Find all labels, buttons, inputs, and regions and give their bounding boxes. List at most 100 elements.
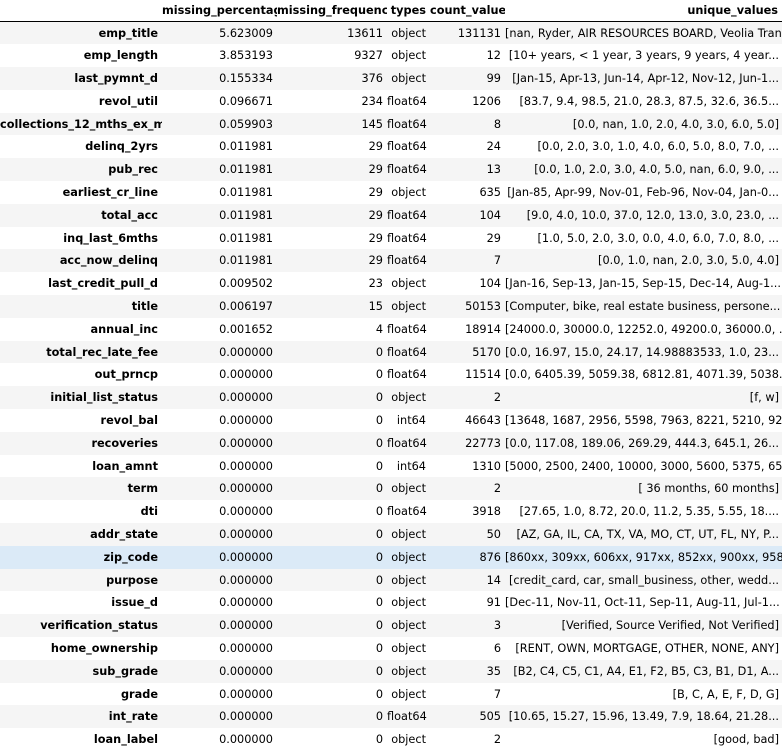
table-row: grade 0.000000 0 object 7 [B, C, A, E, F, D, … <box>0 682 782 706</box>
table-row: emp_length 3.853193 9327 object 12 [10+ years… <box>0 44 782 68</box>
count-value-cell: 876 <box>479 550 501 564</box>
unique-values-cell: [1.0, 5.0, 2.0, 3.0, 0.0, 4.0, 6.0, 7.0,… <box>537 231 779 245</box>
types-cell: object <box>391 619 426 633</box>
missing-frequency-cell: 15 <box>368 299 383 313</box>
count-value-cell: 22773 <box>465 436 501 450</box>
count-value-cell: 104 <box>479 208 501 222</box>
row-index-label: emp_length <box>83 49 158 63</box>
row-index-label: earliest_cr_line <box>62 185 158 199</box>
table-row: collections_12_mths_ex_med 0.059903 145 flo… <box>0 112 782 136</box>
table-row: issue_d 0.000000 0 object 91 [Dec-11, Nov-11,… <box>0 591 782 615</box>
types-cell: float64 <box>387 163 427 177</box>
unique-values-cell: [0.0, 2.0, 3.0, 1.0, 4.0, 6.0, 5.0, 8.0,… <box>537 140 779 154</box>
table-row: total_rec_late_fee 0.000000 0 float64 5170 [0… <box>0 340 782 364</box>
row-index-label: last_credit_pull_d <box>48 277 158 291</box>
table-row: pub_rec 0.011981 29 float64 13 [0.0, 1.0, 2.0… <box>0 158 782 182</box>
missing-frequency-cell: 0 <box>375 733 383 747</box>
missing-frequency-cell: 9327 <box>354 49 383 63</box>
missing-percentage-cell: 0.000000 <box>219 527 273 541</box>
count-value-cell: 99 <box>486 71 501 85</box>
row-index-label: acc_now_delinq <box>59 254 158 268</box>
missing-percentage-cell: 0.155334 <box>219 71 273 85</box>
missing-frequency-cell: 0 <box>375 505 383 519</box>
types-cell: object <box>391 26 426 40</box>
unique-values-cell: [Jan-85, Apr-99, Nov-01, Feb-96, Nov-04,… <box>507 185 779 199</box>
header-unique-values: unique_values <box>505 0 782 22</box>
missing-percentage-cell: 0.006197 <box>219 299 273 313</box>
row-index-label: verification_status <box>40 619 158 633</box>
missing-frequency-cell: 13611 <box>347 26 383 40</box>
table-row: revol_util 0.096671 234 float64 1206 [83.7, 9… <box>0 89 782 113</box>
count-value-cell: 91 <box>486 596 501 610</box>
count-value-cell: 11514 <box>465 368 501 382</box>
types-cell: object <box>391 687 426 701</box>
types-cell: int64 <box>396 413 426 427</box>
types-cell: object <box>391 527 426 541</box>
table-row: earliest_cr_line 0.011981 29 object 635 [Jan-… <box>0 181 782 204</box>
row-index-label: delinq_2yrs <box>85 140 158 154</box>
types-cell: float64 <box>387 710 427 724</box>
header-types: types <box>387 0 430 22</box>
types-cell: float64 <box>387 231 427 245</box>
count-value-cell: 3918 <box>472 505 501 519</box>
missing-frequency-cell: 0 <box>375 345 383 359</box>
unique-values-cell: [f, w] <box>749 391 779 405</box>
unique-values-cell: [5000, 2500, 2400, 10000, 3000, 5600, 53… <box>505 459 782 473</box>
table-row: title 0.006197 15 object 50153 [Computer, bik… <box>0 295 782 318</box>
unique-values-cell: [24000.0, 30000.0, 12252.0, 49200.0, 360… <box>505 322 782 336</box>
missing-percentage-cell: 0.000000 <box>219 368 273 382</box>
table-row: recoveries 0.000000 0 float64 22773 [0.0, 117… <box>0 431 782 455</box>
count-value-cell: 50153 <box>465 299 501 313</box>
count-value-cell: 7 <box>493 687 501 701</box>
count-value-cell: 505 <box>479 710 501 724</box>
types-cell: object <box>391 733 426 747</box>
types-cell: object <box>391 550 426 564</box>
row-index-label: out_prncp <box>94 368 158 382</box>
row-index-label: zip_code <box>103 550 158 564</box>
missing-percentage-cell: 0.000000 <box>219 436 273 450</box>
missing-frequency-cell: 0 <box>375 664 383 678</box>
missing-frequency-cell: 0 <box>375 619 383 633</box>
missing-frequency-cell: 0 <box>375 527 383 541</box>
types-cell: float64 <box>387 505 427 519</box>
row-index-label: pub_rec <box>108 163 158 177</box>
missing-values-table: missing_percentage missing_frequency typ… <box>0 0 782 751</box>
missing-frequency-cell: 4 <box>375 322 383 336</box>
table-row: loan_label 0.000000 0 object 2 [good, bad] <box>0 728 782 751</box>
types-cell: object <box>391 664 426 678</box>
types-cell: object <box>391 596 426 610</box>
count-value-cell: 1206 <box>472 94 501 108</box>
missing-percentage-cell: 0.011981 <box>219 254 273 268</box>
row-index-label: addr_state <box>90 527 158 541</box>
types-cell: object <box>391 49 426 63</box>
table-row: total_acc 0.011981 29 float64 104 [9.0, 4.0, … <box>0 203 782 227</box>
missing-frequency-cell: 0 <box>375 550 383 564</box>
missing-percentage-cell: 0.009502 <box>219 277 273 291</box>
row-index-label: grade <box>120 687 158 701</box>
unique-values-cell: [good, bad] <box>713 733 779 747</box>
unique-values-cell: [B, C, A, E, F, D, G] <box>672 687 779 701</box>
missing-percentage-cell: 0.000000 <box>219 391 273 405</box>
types-cell: object <box>391 71 426 85</box>
missing-percentage-cell: 0.059903 <box>219 117 273 131</box>
header-missing-percentage: missing_percentage <box>162 0 277 22</box>
table-row: annual_inc 0.001652 4 float64 18914 [24000.0,… <box>0 317 782 341</box>
row-index-label: loan_amnt <box>92 459 158 473</box>
missing-percentage-cell: 0.000000 <box>219 459 273 473</box>
unique-values-cell: [Dec-11, Nov-11, Oct-11, Sep-11, Aug-11,… <box>505 596 780 610</box>
missing-frequency-cell: 0 <box>375 436 383 450</box>
types-cell: object <box>391 391 426 405</box>
unique-values-cell: [0.0, 16.97, 15.0, 24.17, 14.98883533, 1… <box>505 345 779 359</box>
row-index-label: annual_inc <box>90 322 158 336</box>
table-row: revol_bal 0.000000 0 int64 46643 [13648, 1687… <box>0 409 782 432</box>
missing-percentage-cell: 0.000000 <box>219 619 273 633</box>
row-index-label: total_acc <box>101 208 158 222</box>
unique-values-cell: [AZ, GA, IL, CA, TX, VA, MO, CT, UT, FL,… <box>516 527 779 541</box>
missing-frequency-cell: 0 <box>375 687 383 701</box>
types-cell: float64 <box>387 345 427 359</box>
unique-values-cell: [0.0, nan, 1.0, 2.0, 4.0, 3.0, 6.0, 5.0] <box>572 117 779 131</box>
types-cell: float64 <box>387 117 427 131</box>
row-index-label: revol_util <box>98 94 158 108</box>
missing-percentage-cell: 3.853193 <box>219 49 273 63</box>
count-value-cell: 12 <box>486 49 501 63</box>
